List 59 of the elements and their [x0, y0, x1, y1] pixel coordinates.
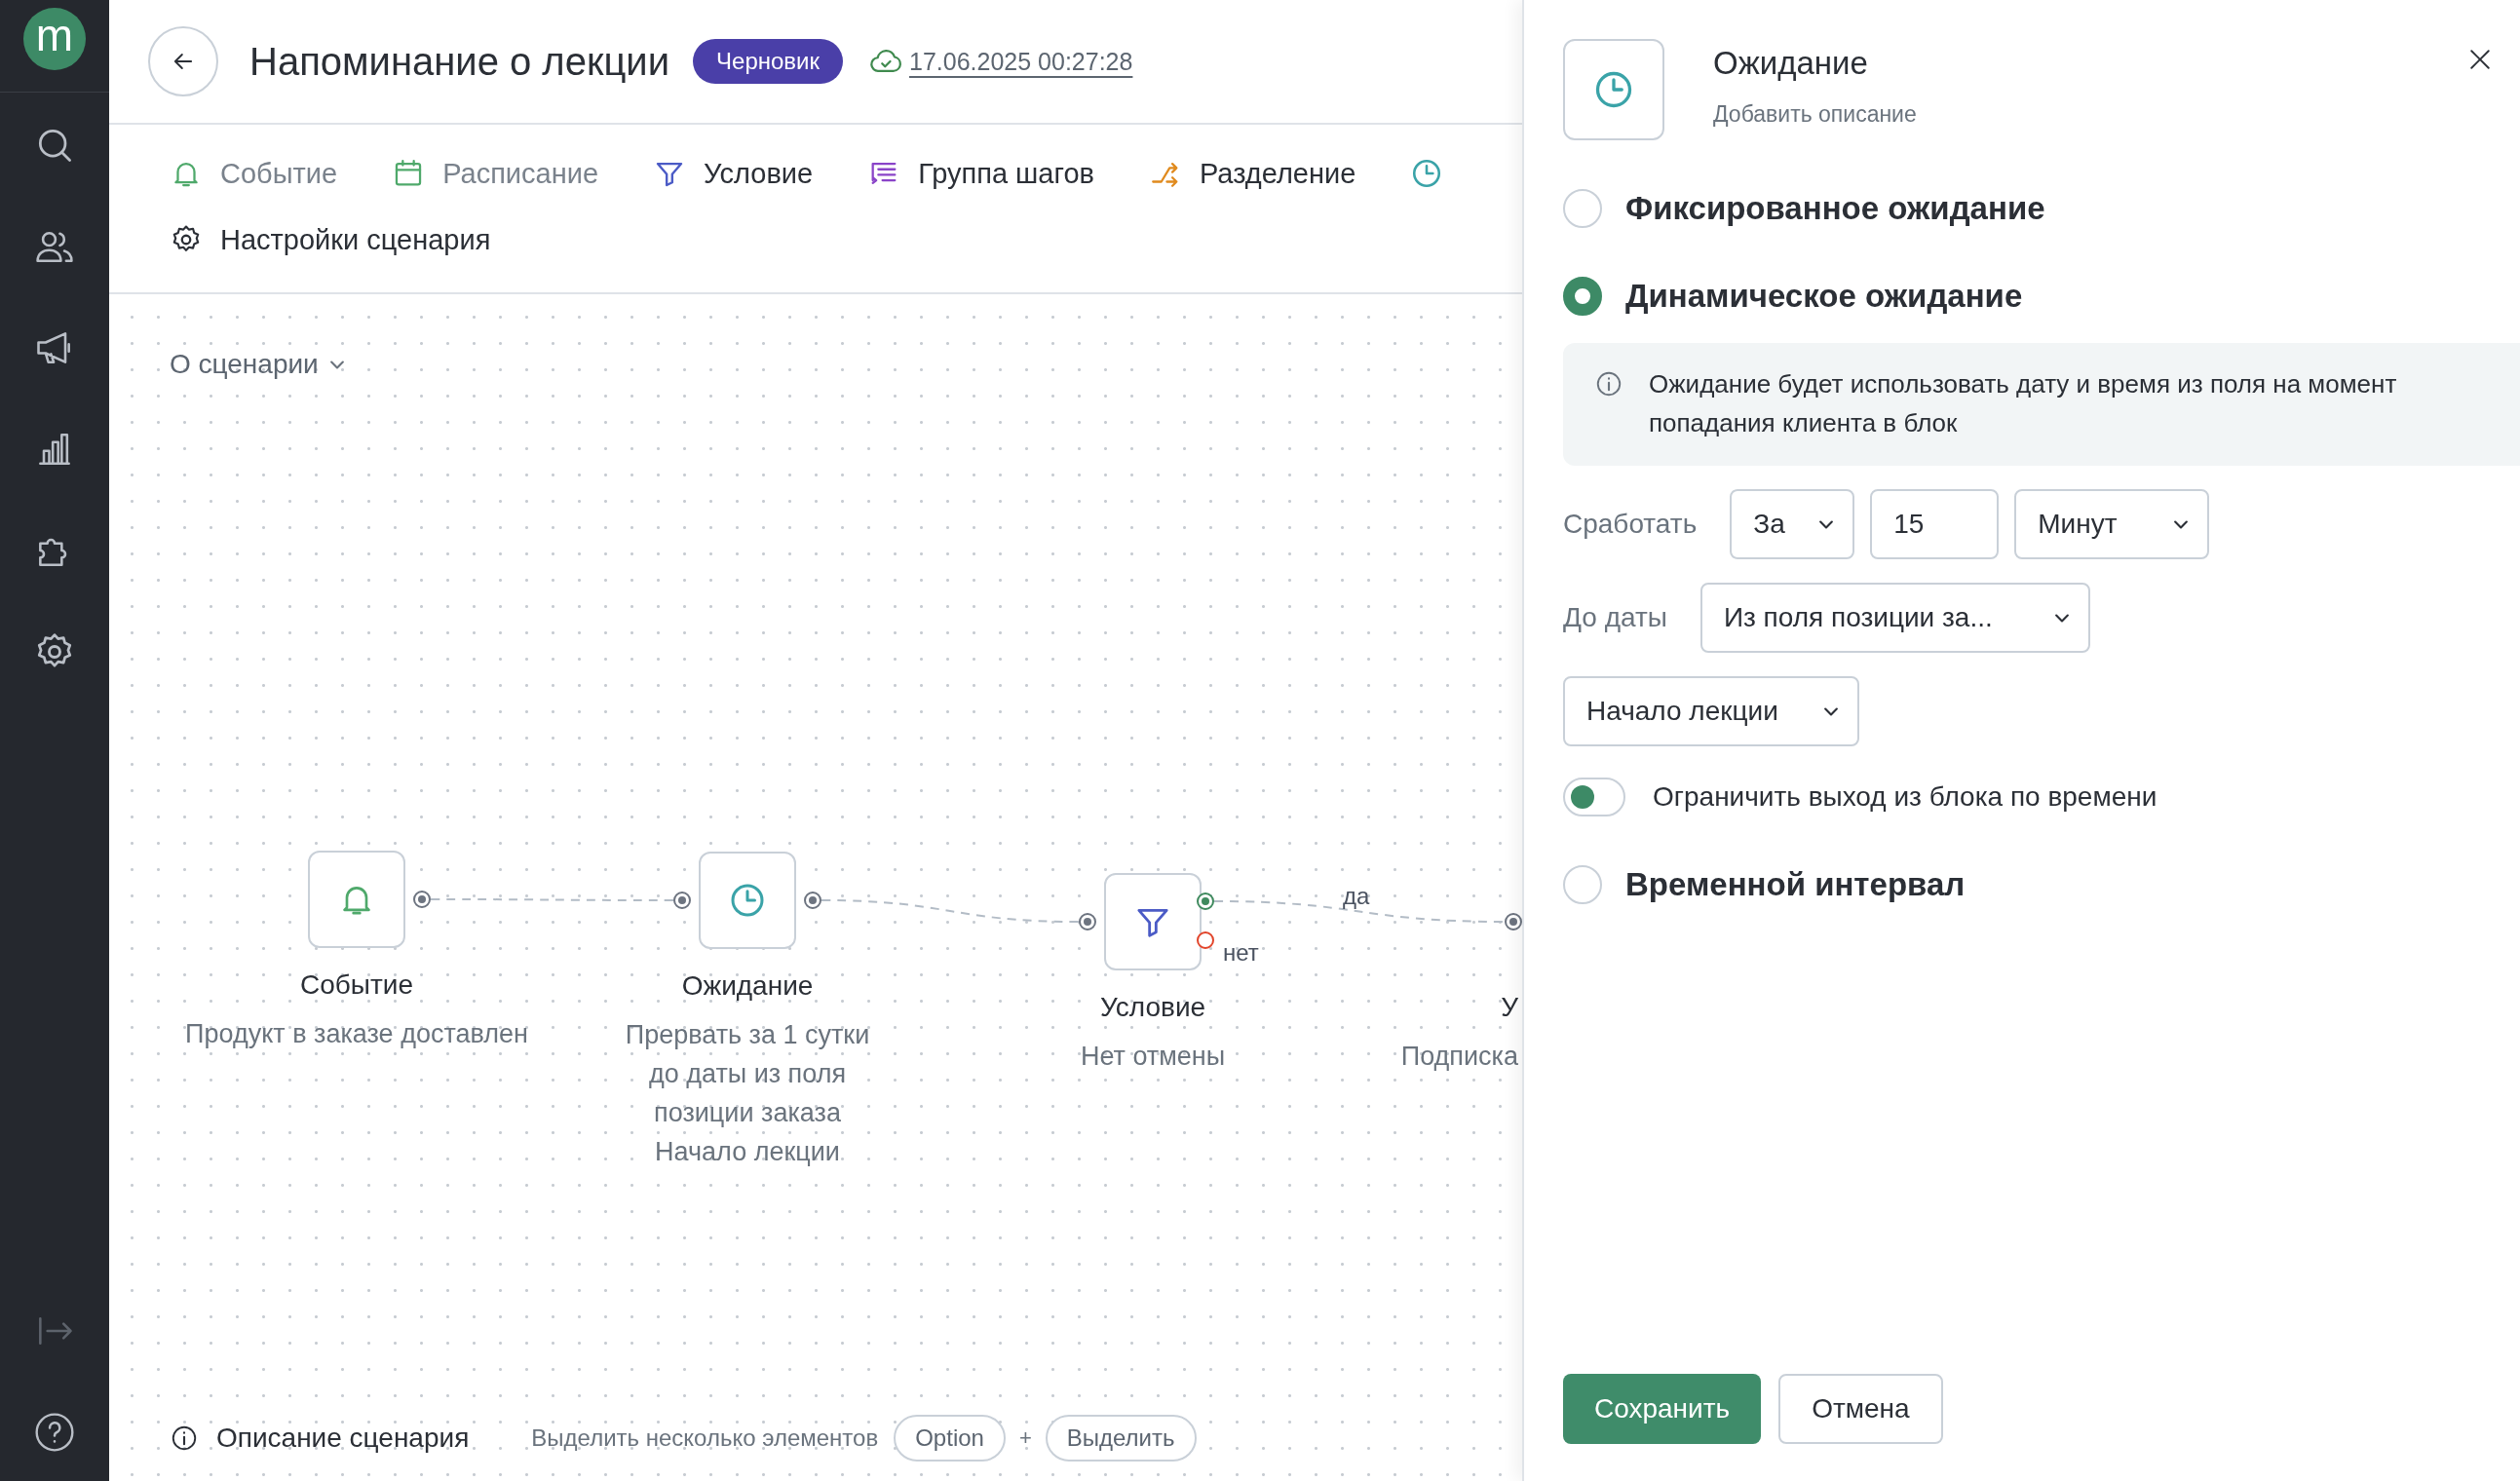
node-card[interactable]	[699, 852, 796, 949]
node-subtitle: Нет отмены	[1079, 1041, 1227, 1073]
yes-port[interactable]	[1197, 892, 1214, 910]
node-title: Ожидание	[680, 970, 815, 1002]
output-port[interactable]	[413, 891, 431, 908]
output-port[interactable]	[804, 892, 821, 909]
save-button[interactable]: Сохранить	[1563, 1374, 1762, 1444]
no-port[interactable]	[1197, 931, 1214, 949]
info-icon	[1594, 369, 1623, 399]
settings-button[interactable]: Настройки сценария	[170, 223, 491, 256]
about-dropdown[interactable]: О сценарии	[170, 349, 344, 380]
field-label: Сработать	[1563, 509, 1698, 540]
dropdown[interactable]: Начало лекции	[1563, 676, 1859, 746]
toggle-switch[interactable]	[1563, 778, 1625, 816]
description-link[interactable]: Описание сценария	[170, 1423, 470, 1454]
chevron-down-icon	[2054, 613, 2069, 623]
dropdown[interactable]: Из поля позиции за...	[1699, 583, 2090, 653]
info-text: Ожидание будет использовать дату и время из поля на момент попадания клиента в блок	[1649, 368, 2398, 439]
dropdown[interactable]: Минут	[2014, 489, 2210, 559]
dropdown[interactable]: За	[1730, 489, 1855, 559]
status-badge: Черновик	[693, 39, 843, 84]
input-port[interactable]	[1505, 913, 1522, 930]
key-cap: Выделить	[1045, 1415, 1197, 1462]
amount-input[interactable]: 15	[1870, 489, 2000, 559]
page-title: Напоминание о лекции	[249, 39, 670, 84]
field-label: До даты	[1563, 602, 1667, 633]
node-card[interactable]	[1104, 873, 1202, 970]
help-icon[interactable]	[33, 1411, 76, 1454]
info-icon	[170, 1424, 199, 1453]
edge-label: да	[1343, 883, 1370, 910]
chevron-down-icon	[329, 360, 344, 369]
radio-label: Динамическое ожидание	[1625, 278, 2023, 315]
shortcut-hint: Выделить несколько элементов	[531, 1424, 879, 1452]
toolbar-item[interactable]: Разделение	[1148, 157, 1356, 190]
radio-button[interactable]	[1563, 277, 1602, 316]
node-title: Событие	[299, 969, 414, 1001]
cancel-button[interactable]: Отмена	[1778, 1374, 1943, 1444]
chevron-down-icon	[1824, 706, 1838, 716]
node-title: Условие	[1098, 992, 1207, 1023]
radio-label: Фиксированное ожидание	[1625, 190, 2045, 227]
input-port[interactable]	[1079, 913, 1096, 930]
toggle-label: Ограничить выход из блока по времени	[1653, 781, 2157, 813]
chevron-down-icon	[1819, 519, 1834, 529]
edge-label: нет	[1223, 939, 1259, 967]
toolbar-item[interactable]: Условие	[653, 157, 814, 190]
logo[interactable]: m	[23, 8, 86, 70]
key-cap: Option	[894, 1415, 1006, 1462]
saved-timestamp-link[interactable]: 17.06.2025 00:27:28	[909, 47, 1133, 76]
node-subtitle: Прервать за 1 сутки до даты из поля позиции заказа Начало лекции	[624, 1019, 871, 1168]
description-placeholder[interactable]: Добавить описание	[1713, 101, 2465, 128]
node-card[interactable]	[308, 851, 405, 948]
panel-title: Ожидание	[1713, 45, 1869, 82]
plus-sign: +	[1018, 1425, 1032, 1451]
toolbar-item[interactable]: Группа шагов	[867, 157, 1094, 190]
chevron-down-icon	[2174, 519, 2189, 529]
radio-label: Временной интервал	[1625, 866, 1966, 903]
node-subtitle: Продукт в заказе доставлен	[184, 1018, 529, 1050]
input-port[interactable]	[673, 892, 691, 909]
node-title: У	[1500, 992, 1518, 1023]
